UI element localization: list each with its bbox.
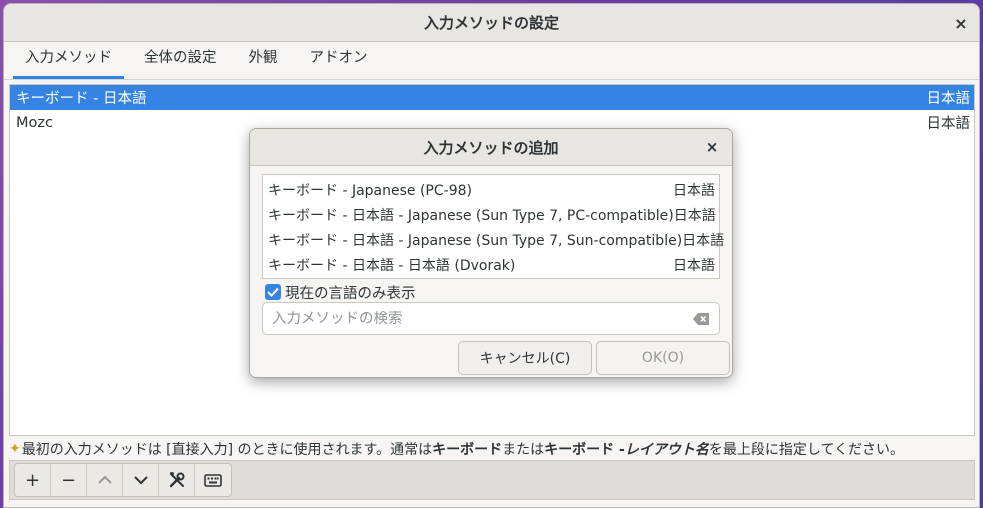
star-icon: ✦: [9, 441, 21, 457]
input-method-language: 日本語: [673, 207, 716, 224]
move-up-button[interactable]: [87, 464, 123, 496]
window-title: 入力メソッドの設定: [423, 14, 559, 32]
keyboard-icon: [204, 473, 222, 487]
plus-icon: +: [24, 469, 41, 491]
ok-button[interactable]: OK(O): [596, 341, 730, 375]
dialog-titlebar: 入力メソッドの追加 ×: [250, 129, 732, 166]
input-method-name: キーボード - 日本語 - 日本語 (Dvorak): [268, 257, 516, 274]
toolbar-button-group: + −: [14, 463, 232, 497]
hint-part3: を最上段に指定してください。: [708, 442, 905, 458]
tab-bar: 入力メソッド 全体の設定 外観 アドオン: [4, 42, 979, 80]
keyboard-layout-button[interactable]: [195, 464, 231, 496]
list-item[interactable]: キーボード - 日本語 日本語: [10, 85, 974, 110]
tab-global-settings[interactable]: 全体の設定: [132, 46, 229, 79]
dialog-close-button[interactable]: ×: [702, 137, 722, 157]
chevron-down-icon: [133, 476, 148, 485]
checkmark-icon: [267, 287, 279, 297]
hint-part1: 最初の入力メソッドは [直接入力] のときに使用されます。通常は: [21, 442, 433, 458]
input-method-language: 日本語: [673, 257, 715, 274]
input-method-language: 日本語: [682, 232, 725, 249]
search-field: [262, 302, 720, 335]
list-item[interactable]: キーボード - 日本語 - 日本語 (Dvorak) 日本語: [263, 252, 719, 277]
cancel-button[interactable]: キャンセル(C): [458, 341, 592, 375]
add-button[interactable]: +: [15, 464, 51, 496]
input-method-language: 日本語: [673, 182, 715, 199]
move-down-button[interactable]: [123, 464, 159, 496]
only-current-language-option: 現在の言語のみ表示: [265, 282, 416, 302]
window-titlebar: 入力メソッドの設定 ×: [4, 4, 979, 42]
hint-bold1: キーボード: [432, 442, 503, 458]
input-method-language: 日本語: [926, 91, 971, 107]
list-item[interactable]: キーボード - 日本語 - Japanese (Sun Type 7, PC-c…: [263, 202, 719, 227]
search-input[interactable]: [272, 310, 692, 327]
clear-text-icon[interactable]: [692, 312, 710, 326]
close-icon: ×: [705, 138, 719, 156]
list-item[interactable]: キーボード - Japanese (PC-98) 日本語: [263, 177, 719, 202]
input-method-language: 日本語: [926, 116, 971, 132]
window-close-button[interactable]: ×: [951, 13, 971, 33]
tab-input-method[interactable]: 入力メソッド: [13, 46, 124, 79]
list-item[interactable]: キーボード - 日本語 - Japanese (Sun Type 7, Sun-…: [263, 227, 724, 252]
input-method-name: キーボード - Japanese (PC-98): [268, 182, 472, 199]
hint-text: ✦ 最初の入力メソッドは [直接入力] のときに使用されます。通常は キーボード…: [9, 438, 979, 460]
input-method-name: キーボード - 日本語 - Japanese (Sun Type 7, PC-c…: [268, 207, 674, 224]
list-toolbar: + −: [9, 460, 975, 500]
configure-button[interactable]: [159, 464, 195, 496]
remove-button[interactable]: −: [51, 464, 87, 496]
hint-part2: または: [502, 442, 545, 458]
close-icon: ×: [954, 13, 968, 33]
chevron-up-icon: [97, 475, 112, 484]
tab-appearance[interactable]: 外観: [237, 46, 290, 79]
input-method-name: キーボード - 日本語: [16, 91, 147, 107]
tools-icon: [169, 472, 184, 488]
hint-italic: レイアウト名: [624, 442, 709, 458]
available-input-method-list: キーボード - Japanese (PC-98) 日本語 キーボード - 日本語…: [262, 174, 724, 279]
hint-bold2: キーボード -: [544, 442, 625, 458]
only-current-language-label[interactable]: 現在の言語のみ表示: [285, 282, 416, 303]
tab-addons[interactable]: アドオン: [298, 46, 380, 79]
minus-icon: −: [60, 469, 77, 491]
add-input-method-dialog: 入力メソッドの追加 × キーボード - Japanese (PC-98) 日本語…: [249, 128, 733, 378]
dialog-title: 入力メソッドの追加: [423, 138, 559, 157]
input-method-name: Mozc: [16, 114, 53, 131]
dialog-button-row: キャンセル(C) OK(O): [458, 341, 730, 375]
input-method-name: キーボード - 日本語 - Japanese (Sun Type 7, Sun-…: [268, 232, 683, 249]
only-current-language-checkbox[interactable]: [265, 284, 281, 300]
